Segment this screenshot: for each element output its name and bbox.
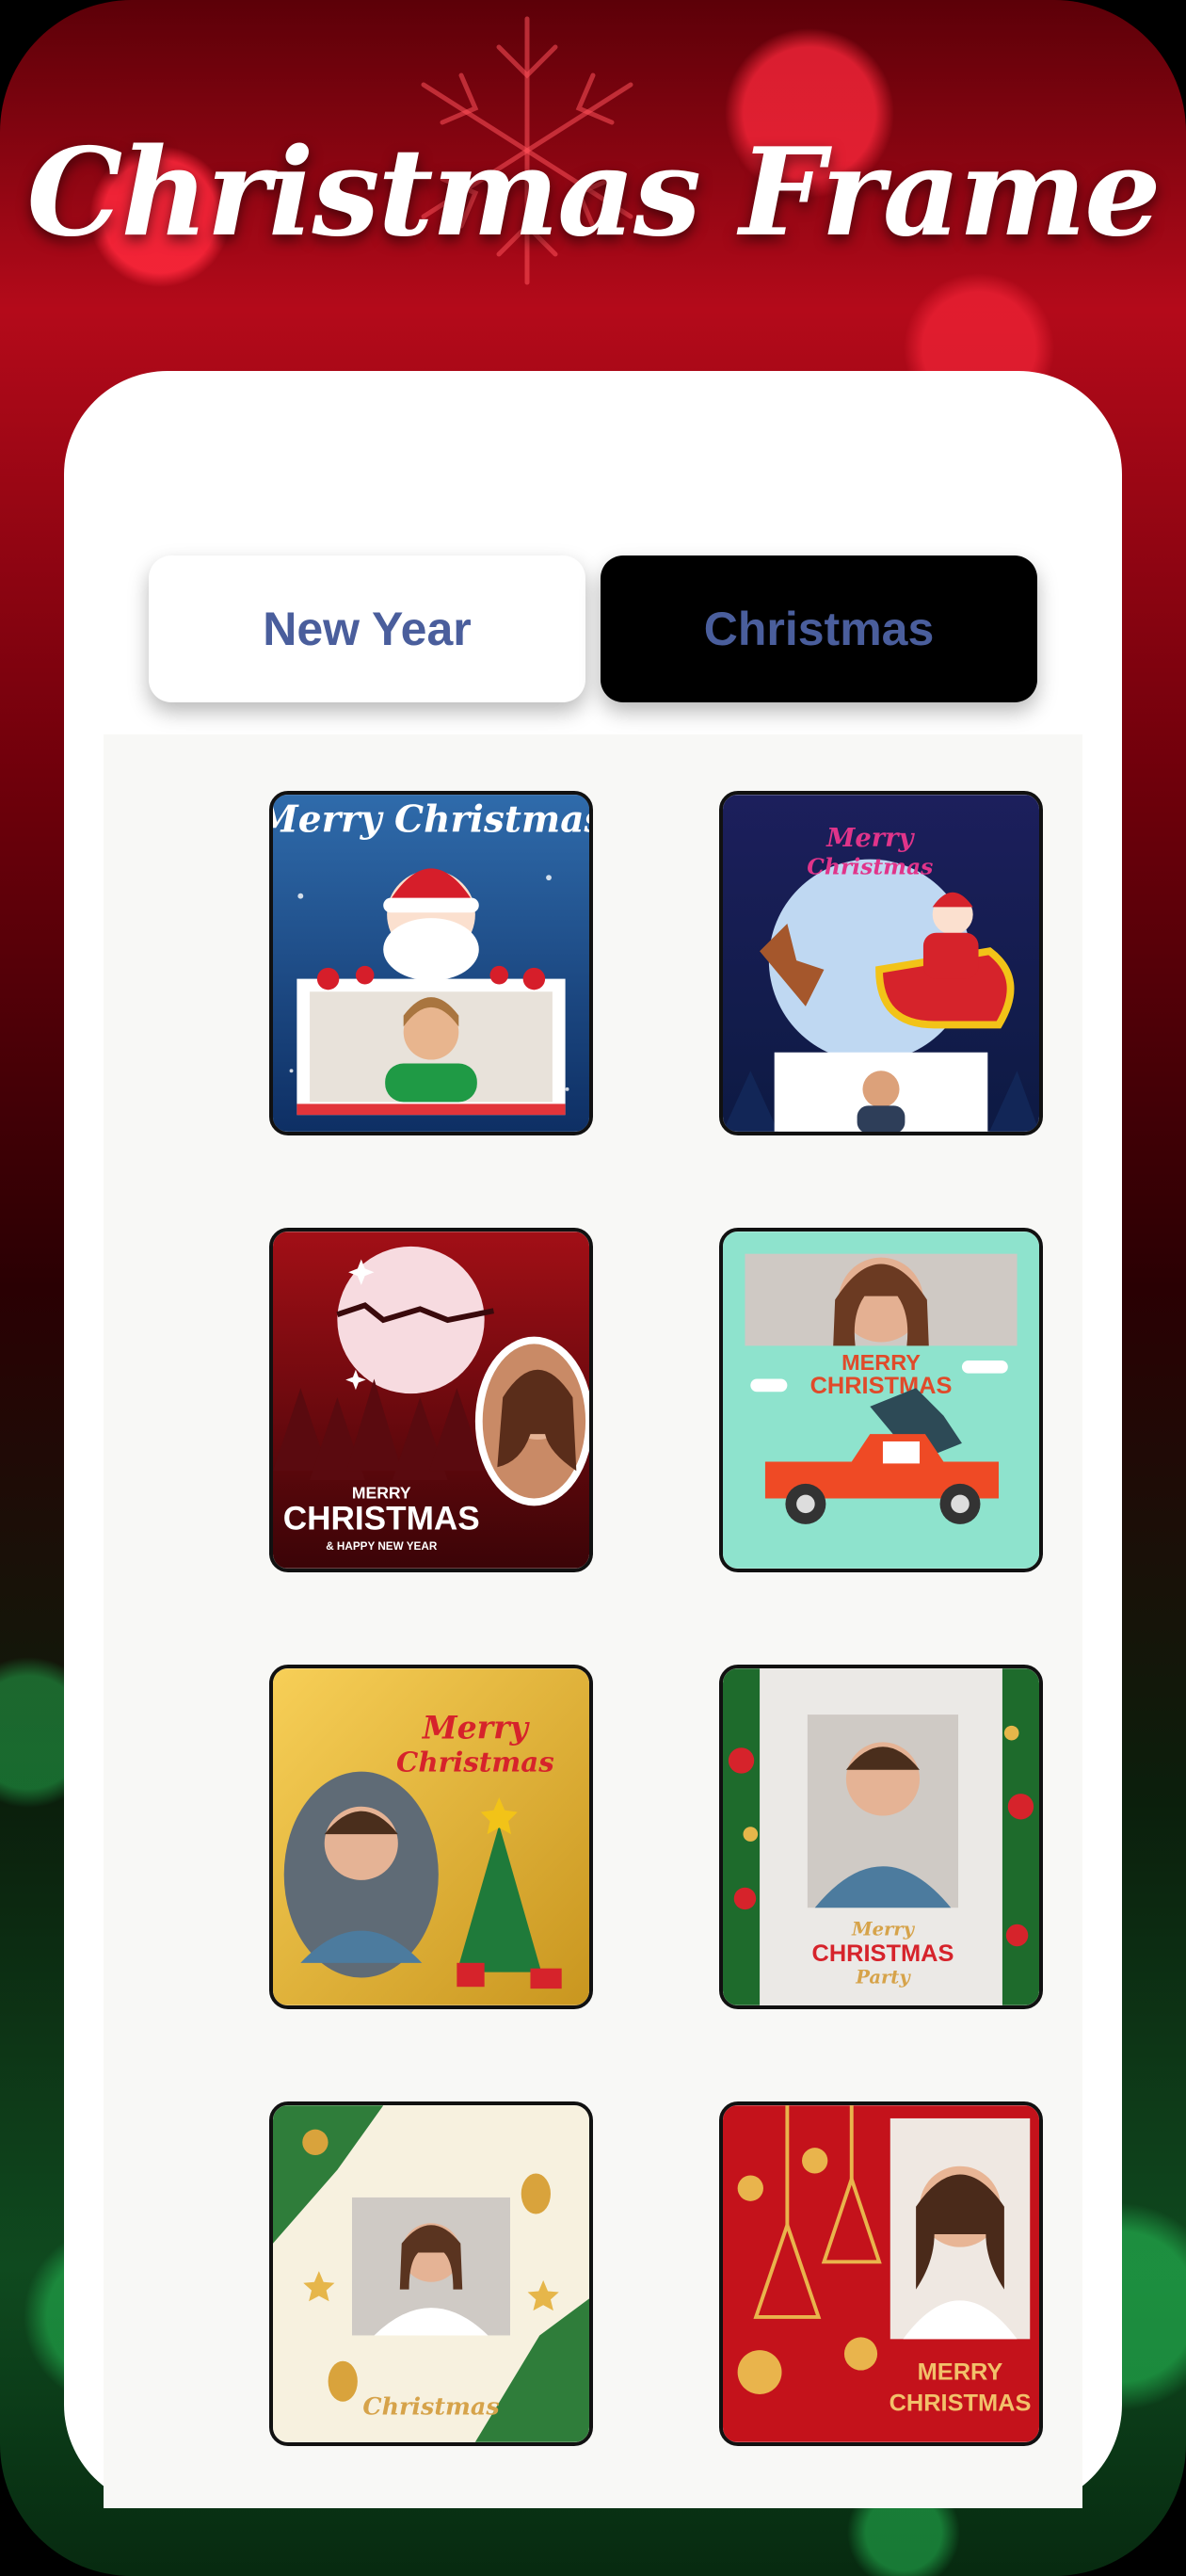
frame-thumbnail[interactable]: Merry Christmas [269, 791, 593, 1135]
frame-text: CHRISTMAS [890, 2391, 1032, 2417]
frame-thumbnail[interactable]: Merry Christmas [719, 791, 1043, 1135]
frame-red-forest-preview: MERRY CHRISTMAS & HAPPY NEW YEAR [273, 1232, 589, 1569]
frame-santa-preview: Merry Christmas [273, 795, 589, 1132]
frame-text: CHRISTMAS [283, 1501, 480, 1538]
frame-garland-preview: Merry CHRISTMAS Party [723, 1668, 1039, 2005]
frame-text: Christmas [396, 1746, 554, 1779]
tab-bar: New Year Christmas [149, 555, 1037, 702]
frame-text: & HAPPY NEW YEAR [326, 1540, 438, 1553]
frame-text: Christmas [807, 853, 933, 879]
frame-text: CHRISTMAS [810, 1373, 953, 1399]
frame-text: MERRY [352, 1484, 411, 1503]
frame-red-gold-preview: MERRY CHRISTMAS [723, 2105, 1039, 2442]
frame-text: MERRY [841, 1350, 921, 1375]
frame-text: Merry [825, 823, 915, 853]
frame-text: MERRY [918, 2359, 1003, 2385]
frame-thumbnail[interactable]: Merry CHRISTMAS Party [719, 1665, 1043, 2009]
frame-mint-truck-preview: MERRY CHRISTMAS [723, 1232, 1039, 1569]
frame-text: Merry [851, 1919, 916, 1940]
frame-thumbnail[interactable]: Merry Christmas [269, 1665, 593, 2009]
frame-text: Merry Christmas [273, 797, 589, 841]
app-screen: Christmas Frame New Year Christmas Merry… [0, 0, 1186, 2576]
frame-grid: Merry Christmas Merry Christmas MERRY CH… [104, 734, 1082, 2508]
frame-thumbnail[interactable]: MERRY CHRISTMAS & HAPPY NEW YEAR [269, 1228, 593, 1572]
frame-text: CHRISTMAS [812, 1940, 954, 1967]
frame-thumbnail[interactable]: MERRY CHRISTMAS [719, 1228, 1043, 1572]
tab-christmas[interactable]: Christmas [601, 555, 1037, 702]
frame-text: Party [855, 1966, 911, 1988]
frame-thumbnail[interactable]: Christmas [269, 2101, 593, 2446]
frame-gold-tree-preview: Merry Christmas [273, 1668, 589, 2005]
page-title: Christmas Frame [26, 122, 1161, 264]
tab-new-year[interactable]: New Year [149, 555, 585, 702]
frame-sleigh-preview: Merry Christmas [723, 795, 1039, 1132]
frame-thumbnail[interactable]: MERRY CHRISTMAS [719, 2101, 1043, 2446]
frame-cream-ornaments-preview: Christmas [273, 2105, 589, 2442]
frame-text: Christmas [362, 2391, 499, 2420]
content-card: New Year Christmas Merry Christmas Merry… [64, 371, 1122, 2508]
frame-text: Merry [422, 1709, 531, 1746]
